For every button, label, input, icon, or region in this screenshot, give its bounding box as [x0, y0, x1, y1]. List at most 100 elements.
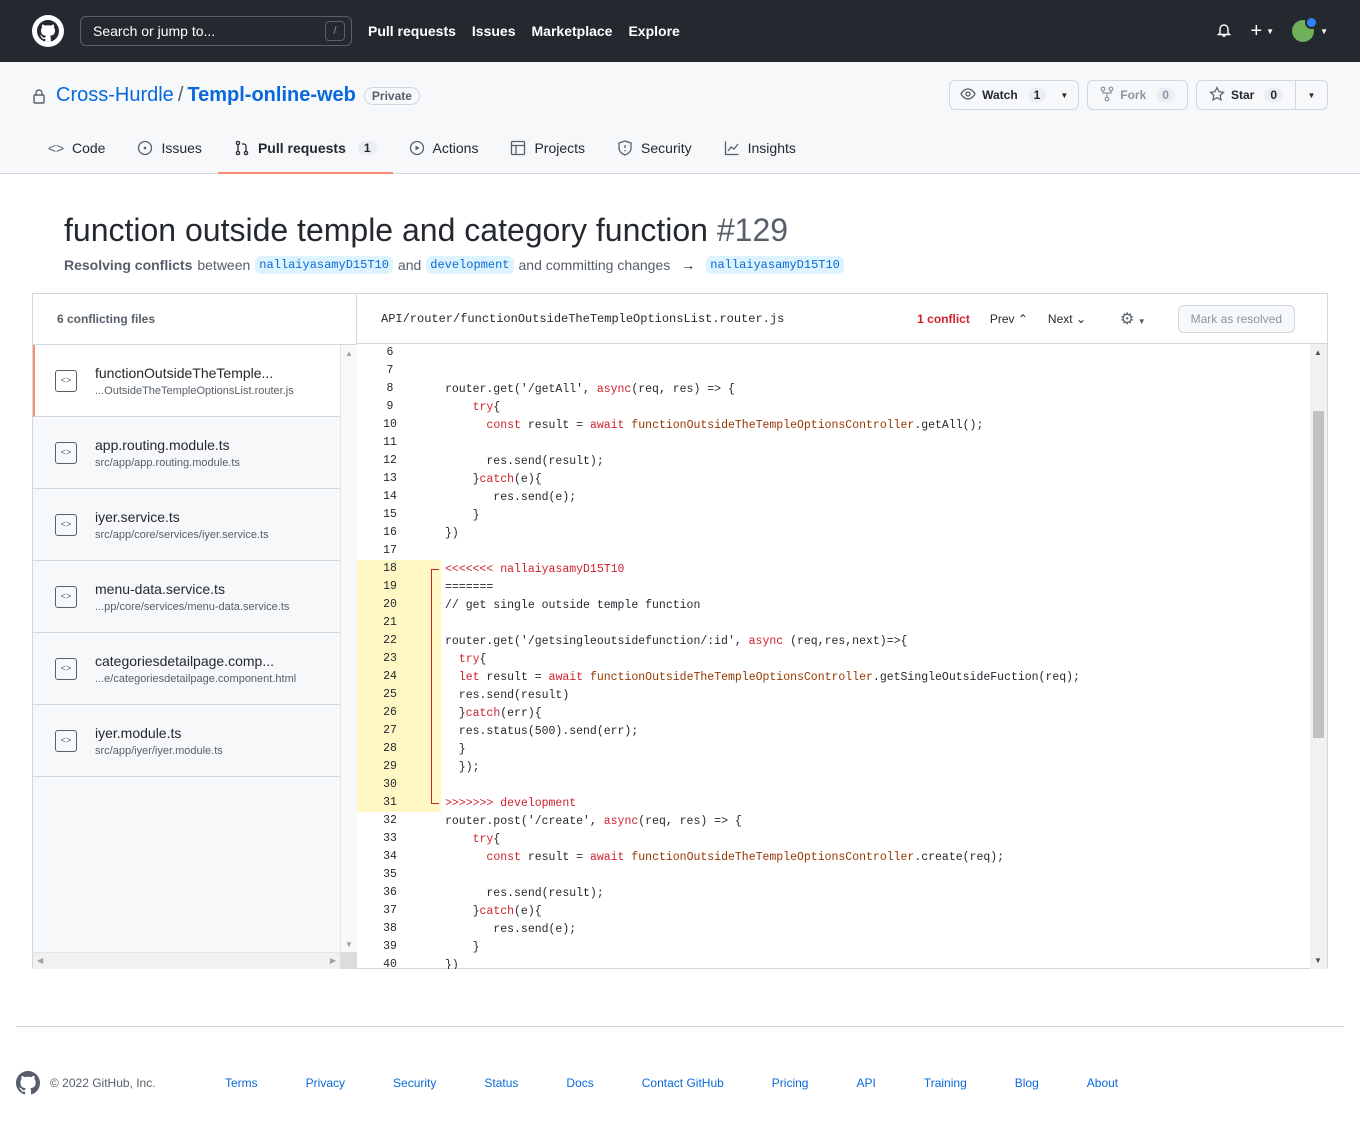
- tab-insights[interactable]: Insights: [708, 123, 812, 173]
- conflict-gutter: [423, 848, 441, 866]
- line-text: router.post('/create', async(req, res) =…: [445, 814, 742, 828]
- footer-link-security[interactable]: Security: [393, 1076, 436, 1090]
- footer-link-about[interactable]: About: [1087, 1076, 1118, 1090]
- line-text: }: [445, 508, 480, 522]
- conflict-file-item[interactable]: <> categoriesdetailpage.comp... ...e/cate…: [33, 633, 340, 705]
- line-number: 39: [383, 940, 397, 953]
- footer-link-docs[interactable]: Docs: [566, 1076, 593, 1090]
- code-line: 36 res.send(result);: [357, 884, 1310, 902]
- conflict-gutter: [423, 740, 441, 758]
- footer-link-privacy[interactable]: Privacy: [306, 1076, 345, 1090]
- line-text: try{: [472, 832, 501, 846]
- github-logo-icon[interactable]: [32, 15, 64, 47]
- nav-issues[interactable]: Issues: [472, 23, 516, 39]
- nav-pull-requests[interactable]: Pull requests: [368, 23, 456, 39]
- watch-count: 1: [1027, 88, 1047, 102]
- next-conflict-button[interactable]: Next ⌄: [1048, 312, 1086, 326]
- star-icon: [1209, 85, 1225, 105]
- line-text: =======: [445, 580, 494, 594]
- conflict-file-item[interactable]: <> functionOutsideTheTemple... ...Outside…: [33, 345, 340, 417]
- code-line: 8 router.get('/getAll', async(req, res) =…: [357, 380, 1310, 398]
- conflict-file-item[interactable]: <> app.routing.module.ts src/app/app.rout…: [33, 417, 340, 489]
- footer-link-training[interactable]: Training: [924, 1076, 967, 1090]
- scroll-left-arrow-icon[interactable]: ◀: [37, 956, 43, 965]
- create-new-dropdown[interactable]: + ▼: [1250, 21, 1274, 41]
- tab-actions[interactable]: Actions: [393, 123, 495, 173]
- tab-pull-requests[interactable]: Pull requests 1: [217, 123, 393, 174]
- user-menu[interactable]: ▼: [1292, 16, 1328, 42]
- github-mark-icon[interactable]: [16, 1071, 40, 1095]
- gear-icon: ⚙: [1120, 310, 1135, 328]
- footer-link-terms[interactable]: Terms: [225, 1076, 258, 1090]
- caret-down-icon: ▼: [1266, 26, 1275, 36]
- file-name: iyer.service.ts: [95, 508, 180, 525]
- conflict-gutter: [423, 596, 441, 614]
- conflict-file-item[interactable]: <> iyer.module.ts src/app/iyer/iyer.modul…: [33, 705, 340, 777]
- copyright: © 2022 GitHub, Inc.: [50, 1076, 156, 1090]
- pull-request-icon: [234, 140, 250, 156]
- scroll-down-arrow-icon[interactable]: ▼: [1314, 956, 1322, 965]
- base-branch: development: [426, 256, 514, 274]
- tab-issues[interactable]: Issues: [121, 123, 217, 173]
- editor-tools: 1 conflict Prev ⌃ Next ⌄ ⚙ ▼ Mark as res…: [917, 304, 1327, 333]
- tab-code[interactable]: <> Code: [32, 123, 121, 173]
- repo-owner-link[interactable]: Cross-Hurdle: [56, 84, 174, 107]
- line-number: 6: [386, 346, 394, 359]
- caret-down-icon[interactable]: ▼: [1056, 91, 1078, 100]
- nav-marketplace[interactable]: Marketplace: [532, 23, 613, 39]
- conflict-file-item[interactable]: <> menu-data.service.ts ...pp/core/servic…: [33, 561, 340, 633]
- scroll-right-arrow-icon[interactable]: ▶: [330, 956, 336, 965]
- nav-explore[interactable]: Explore: [628, 23, 679, 39]
- star-label: Star: [1230, 88, 1255, 102]
- line-text: router.get('/getsingleoutsidefunction/:i…: [445, 634, 908, 648]
- bell-icon[interactable]: [1216, 22, 1232, 41]
- conflict-gutter: [423, 452, 441, 470]
- prev-conflict-button[interactable]: Prev ⌃: [990, 312, 1028, 326]
- scroll-down-arrow-icon[interactable]: ▼: [345, 940, 353, 949]
- repo-tabs: <> Code Issues Pull requests 1 Actions Pro…: [32, 123, 812, 174]
- line-number: 31: [357, 794, 423, 812]
- sidebar-horizontal-scrollbar[interactable]: ◀ ▶: [33, 952, 340, 969]
- tab-projects[interactable]: Projects: [494, 123, 601, 173]
- footer-link-contact[interactable]: Contact GitHub: [642, 1076, 724, 1090]
- search-input[interactable]: Search or jump to... /: [80, 16, 352, 46]
- footer-link-pricing[interactable]: Pricing: [772, 1076, 809, 1090]
- repo-title: Cross-Hurdle / Templ-online-web Private: [32, 84, 420, 107]
- line-text: res.send(result): [445, 688, 570, 702]
- conflict-file-item[interactable]: <> iyer.service.ts src/app/core/services/…: [33, 489, 340, 561]
- tab-security[interactable]: Security: [601, 123, 708, 173]
- scroll-up-arrow-icon[interactable]: ▲: [345, 349, 353, 358]
- line-number: 29: [357, 758, 423, 776]
- settings-dropdown[interactable]: ⚙ ▼: [1120, 309, 1146, 329]
- code-line: 28 }: [357, 740, 1310, 758]
- line-text: }catch(e){: [445, 472, 542, 486]
- star-list-dropdown[interactable]: ▼: [1295, 81, 1327, 109]
- repo-name-link[interactable]: Templ-online-web: [187, 84, 356, 107]
- star-button[interactable]: Star 0 ▼: [1195, 80, 1328, 110]
- sidebar-vertical-scrollbar[interactable]: ▲ ▼: [340, 345, 357, 953]
- committing-text: and committing changes: [518, 257, 671, 273]
- editor-vertical-scrollbar[interactable]: ▲ ▼: [1310, 344, 1327, 969]
- line-number: 8: [386, 382, 394, 395]
- line-number: 20: [357, 596, 423, 614]
- fork-icon: [1100, 86, 1114, 105]
- scroll-up-arrow-icon[interactable]: ▲: [1314, 348, 1322, 357]
- pull-requests-count: 1: [357, 141, 377, 155]
- footer-link-api[interactable]: API: [856, 1076, 875, 1090]
- scrollbar-thumb[interactable]: [1313, 411, 1324, 738]
- code-area[interactable]: 6 7 8 router.get('/getAll', async(req, res)…: [357, 344, 1310, 969]
- conflict-count: 1 conflict: [917, 311, 970, 326]
- code-line: 6: [357, 344, 1310, 362]
- and-text: and: [397, 257, 422, 273]
- line-number: 14: [383, 490, 397, 503]
- file-code-icon: <>: [55, 369, 77, 392]
- fork-button[interactable]: Fork 0: [1087, 80, 1188, 110]
- code-line: 17: [357, 542, 1310, 560]
- fork-label: Fork: [1120, 88, 1147, 102]
- footer-link-status[interactable]: Status: [484, 1076, 518, 1090]
- line-text: res.send(e);: [445, 490, 577, 504]
- footer-link-blog[interactable]: Blog: [1015, 1076, 1039, 1090]
- file-path: src/app/iyer/iyer.module.ts: [95, 744, 223, 757]
- mark-as-resolved-button[interactable]: Mark as resolved: [1177, 304, 1295, 333]
- watch-button[interactable]: Watch 1 ▼: [949, 80, 1080, 110]
